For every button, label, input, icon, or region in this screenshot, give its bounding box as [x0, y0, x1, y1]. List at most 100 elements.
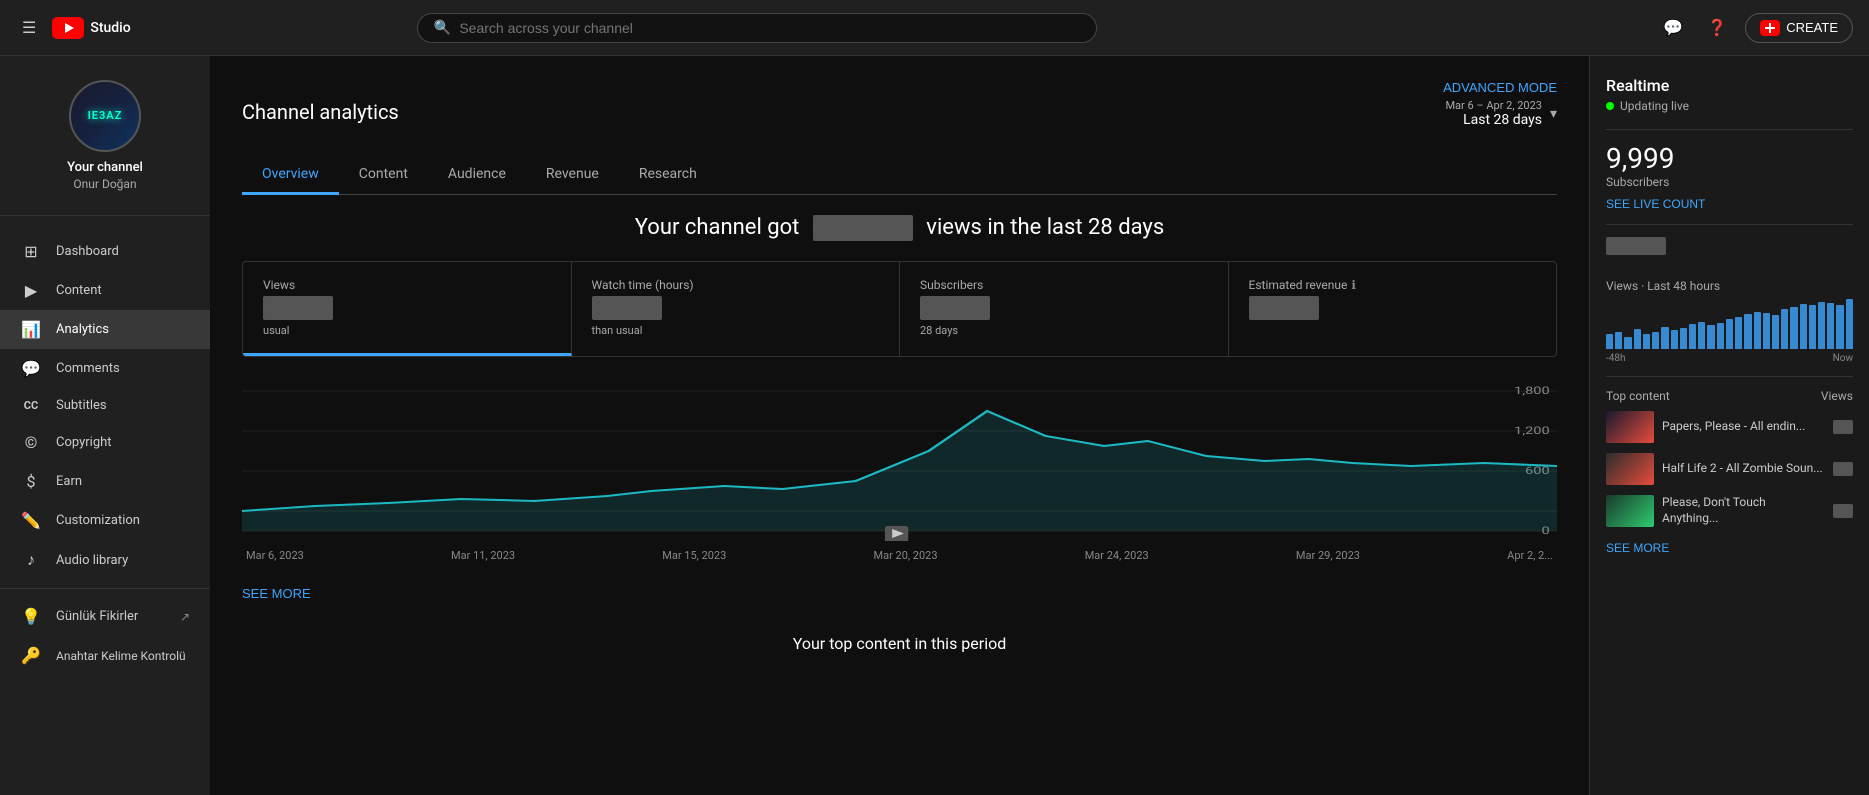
- date-range-text: Mar 6 – Apr 2, 2023 Last 28 days: [1445, 99, 1542, 128]
- hamburger-button[interactable]: ☰: [16, 12, 42, 44]
- sidebar-nav: ⊞ Dashboard ▶ Content 📊 Analytics 💬 Comm…: [0, 224, 210, 795]
- tab-research[interactable]: Research: [619, 156, 717, 195]
- top-content-views-header: Views: [1821, 389, 1853, 403]
- search-input[interactable]: [459, 20, 1080, 36]
- chevron-down-icon[interactable]: ▾: [1550, 106, 1557, 122]
- help-button[interactable]: ❓: [1701, 12, 1733, 44]
- sidebar-item-label: Copyright: [56, 435, 112, 450]
- sidebar-item-analytics[interactable]: 📊 Analytics: [0, 310, 210, 349]
- bar: [1781, 309, 1788, 349]
- see-live-count-button[interactable]: SEE LIVE COUNT: [1606, 197, 1705, 211]
- sidebar-item-subtitles[interactable]: CC Subtitles: [0, 388, 210, 423]
- content-title: Half Life 2 - All Zombie Soun...: [1662, 461, 1825, 477]
- metrics-row: Views usual Watch time (hours) than usua…: [242, 261, 1557, 357]
- see-more-button[interactable]: SEE MORE: [242, 586, 311, 601]
- feedback-button[interactable]: 💬: [1657, 12, 1689, 44]
- mini-chart-xaxis: -48h Now: [1606, 353, 1853, 364]
- earn-icon: $: [20, 472, 42, 491]
- bottom-section-title: Your top content in this period: [242, 634, 1557, 653]
- create-label: CREATE: [1786, 20, 1838, 35]
- content-item[interactable]: Papers, Please - All endin...: [1606, 411, 1853, 443]
- revenue-value-redacted: [1249, 296, 1319, 320]
- sidebar-item-content[interactable]: ▶ Content: [0, 271, 210, 310]
- channel-name: Your channel: [67, 160, 143, 175]
- content-views: [1833, 462, 1853, 477]
- date-range-small: Mar 6 – Apr 2, 2023: [1445, 99, 1542, 112]
- bar: [1606, 334, 1613, 349]
- summary-header: Your channel got views in the last 28 da…: [242, 215, 1557, 241]
- xaxis-label: Mar 6, 2023: [246, 549, 304, 562]
- sidebar-item-audio-library[interactable]: ♪ Audio library: [0, 540, 210, 580]
- bar: [1809, 305, 1816, 349]
- metric-card-views[interactable]: Views usual: [243, 262, 572, 356]
- views-value-redacted: [263, 296, 333, 320]
- sidebar-item-label: Dashboard: [56, 244, 119, 259]
- realtime-subs-label: Subscribers: [1606, 175, 1853, 189]
- live-label: Updating live: [1620, 99, 1689, 113]
- chart-xaxis: Mar 6, 2023 Mar 11, 2023 Mar 15, 2023 Ma…: [242, 549, 1557, 562]
- sidebar-item-customization[interactable]: ✏️ Customization: [0, 501, 210, 540]
- xaxis-label: Mar 24, 2023: [1085, 549, 1149, 562]
- tab-audience[interactable]: Audience: [428, 156, 526, 195]
- bar: [1680, 328, 1687, 349]
- search-icon: 🔍: [434, 20, 451, 36]
- bar: [1726, 319, 1733, 349]
- sidebar-item-gunluk[interactable]: 💡 Günlük Fikirler ↗: [0, 597, 210, 636]
- sidebar-item-label: Comments: [56, 361, 120, 376]
- bar: [1800, 304, 1807, 349]
- views-redacted-value: [813, 215, 913, 241]
- tab-revenue[interactable]: Revenue: [526, 156, 619, 195]
- tab-content[interactable]: Content: [339, 156, 428, 195]
- bar: [1790, 307, 1797, 350]
- channel-profile: IE3AZ Your channel Onur Doğan: [0, 64, 210, 207]
- sidebar-item-comments[interactable]: 💬 Comments: [0, 349, 210, 388]
- sidebar-item-copyright[interactable]: © Copyright: [0, 423, 210, 462]
- sidebar-item-earn[interactable]: $ Earn: [0, 462, 210, 501]
- realtime-see-more-button[interactable]: SEE MORE: [1606, 541, 1669, 555]
- metric-card-subscribers[interactable]: Subscribers 28 days: [900, 262, 1229, 356]
- sidebar-item-anahtar[interactable]: 🔑 Anahtar Kelime Kontrolü: [0, 636, 210, 675]
- summary-text-post: views in the last 28 days: [926, 215, 1164, 240]
- metric-subs-value-row: [920, 296, 1208, 320]
- customization-icon: ✏️: [20, 511, 42, 530]
- bar: [1689, 324, 1696, 349]
- subtitles-icon: CC: [20, 399, 42, 412]
- anahtar-icon: 🔑: [20, 646, 42, 665]
- svg-text:1,200: 1,200: [1514, 425, 1550, 437]
- bar: [1735, 317, 1742, 350]
- bar: [1744, 314, 1751, 349]
- comments-icon: 💬: [20, 359, 42, 378]
- page-header: Channel analytics ADVANCED MODE Mar 6 – …: [242, 80, 1557, 144]
- bar: [1772, 315, 1779, 349]
- metric-watch-label: Watch time (hours): [592, 278, 880, 292]
- bar: [1698, 322, 1705, 350]
- sidebar-divider-mid: [0, 588, 210, 589]
- page-title: Channel analytics: [242, 100, 399, 124]
- advanced-mode-button[interactable]: ADVANCED MODE: [1443, 80, 1557, 95]
- metric-revenue-label: Estimated revenue ℹ: [1249, 278, 1537, 292]
- metric-watch-sub: than usual: [592, 324, 880, 337]
- realtime-divider-2: [1606, 224, 1853, 225]
- yt-studio-logo: Studio: [52, 17, 130, 39]
- content-thumbnail: [1606, 495, 1654, 527]
- views-chart: 1,800 1,200 600 0: [242, 381, 1557, 541]
- live-dot: [1606, 102, 1614, 110]
- tab-overview[interactable]: Overview: [242, 156, 339, 195]
- gunluk-icon: 💡: [20, 607, 42, 626]
- realtime-views-redacted: [1606, 237, 1666, 255]
- chart-container: 1,800 1,200 600 0 Mar 6, 2023 Mar 11, 20…: [242, 381, 1557, 562]
- create-icon: [1760, 20, 1780, 36]
- chart-xaxis-right: Now: [1833, 353, 1853, 364]
- content-item[interactable]: Please, Don't Touch Anything...: [1606, 495, 1853, 527]
- sidebar-item-label: Subtitles: [56, 398, 107, 413]
- content-item[interactable]: Half Life 2 - All Zombie Soun...: [1606, 453, 1853, 485]
- bar: [1615, 332, 1622, 350]
- create-button[interactable]: CREATE: [1745, 13, 1853, 43]
- sidebar-item-dashboard[interactable]: ⊞ Dashboard: [0, 232, 210, 271]
- metric-card-watch-time[interactable]: Watch time (hours) than usual: [572, 262, 901, 356]
- subs-value-redacted: [920, 296, 990, 320]
- xaxis-label: Apr 2, 2...: [1507, 549, 1553, 562]
- metric-card-revenue[interactable]: Estimated revenue ℹ: [1229, 262, 1557, 356]
- analytics-icon: 📊: [20, 320, 42, 339]
- avatar: IE3AZ: [69, 80, 141, 152]
